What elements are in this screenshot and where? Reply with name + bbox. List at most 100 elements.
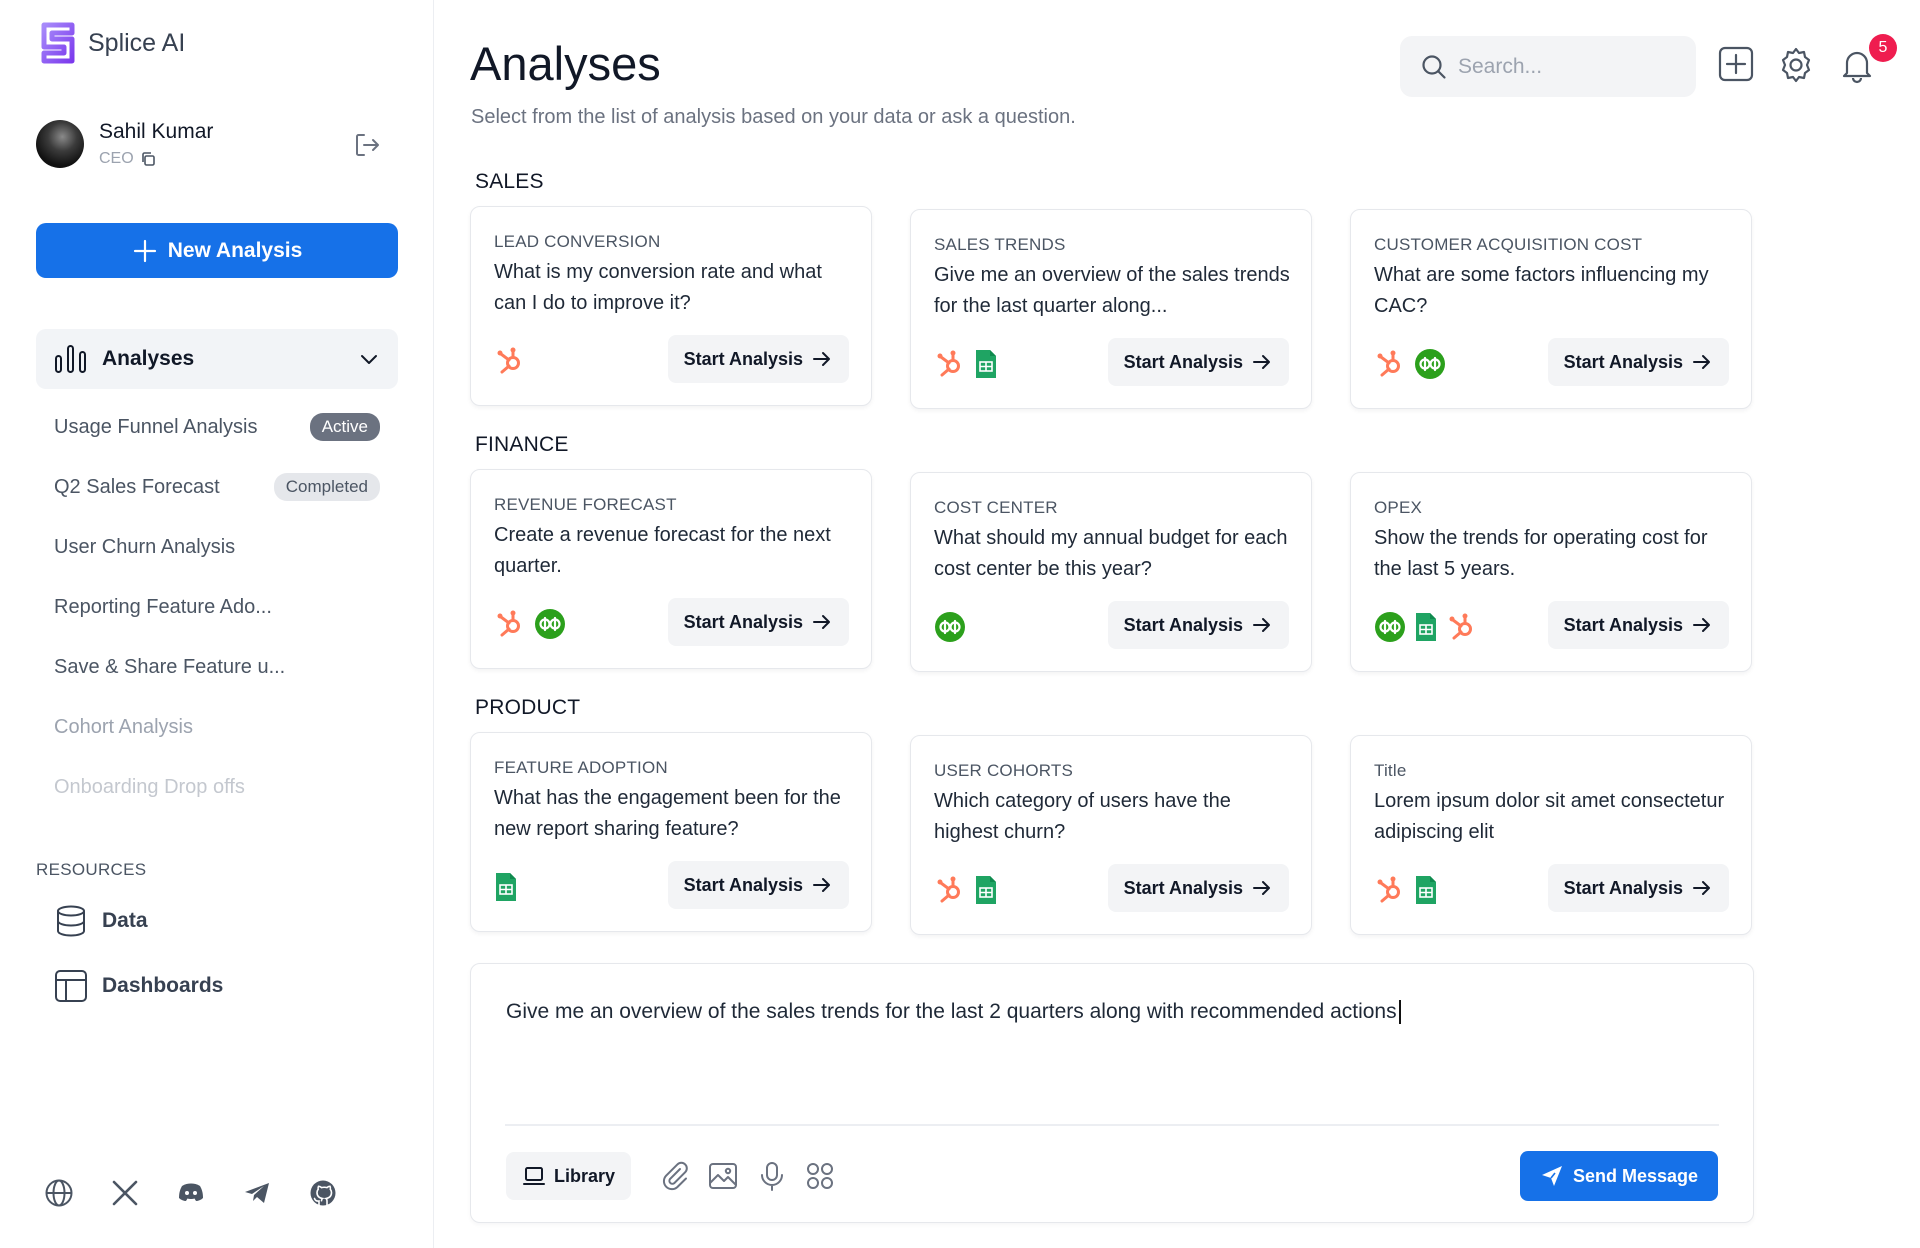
add-square-icon[interactable]: [1718, 46, 1754, 82]
brand-name: Splice AI: [88, 28, 186, 57]
github-icon[interactable]: [308, 1178, 338, 1208]
start-analysis-button[interactable]: Start Analysis: [1107, 601, 1289, 649]
analysis-item-label: Onboarding Drop offs: [54, 775, 245, 798]
arrow-right-icon: [1693, 618, 1710, 632]
card-category: Title: [1374, 761, 1407, 780]
search-box[interactable]: [1400, 36, 1696, 97]
start-analysis-button[interactable]: Start Analysis: [1547, 601, 1729, 649]
chat-composer: Give me an overview of the sales trends …: [470, 963, 1754, 1223]
start-analysis-button[interactable]: Start Analysis: [1107, 338, 1289, 386]
resource-data[interactable]: Data: [54, 904, 148, 938]
discord-icon[interactable]: [176, 1178, 206, 1208]
notification-count-badge: 5: [1869, 34, 1897, 62]
analysis-card[interactable]: SALES TRENDS Give me an overview of the s…: [910, 209, 1312, 409]
send-message-button[interactable]: Send Message: [1519, 1151, 1718, 1201]
quickbooks-icon: [1414, 348, 1446, 380]
telegram-icon[interactable]: [242, 1178, 272, 1208]
resources-title: RESOURCES: [36, 860, 147, 879]
nav-analyses[interactable]: Analyses: [36, 329, 398, 389]
card-data-sources: [1374, 874, 1438, 906]
card-question: What is my conversion rate and what can …: [494, 261, 822, 314]
analysis-item-reporting-feature[interactable]: Reporting Feature Ado...: [36, 577, 398, 637]
hubspot-icon: [1374, 348, 1406, 380]
x-twitter-icon[interactable]: [110, 1178, 140, 1208]
start-analysis-button[interactable]: Start Analysis: [1107, 864, 1289, 912]
card-question: Create a revenue forecast for the next q…: [494, 524, 831, 577]
start-analysis-button[interactable]: Start Analysis: [667, 861, 849, 909]
sheets-icon: [1414, 874, 1438, 906]
hubspot-icon: [1446, 611, 1478, 643]
user-role-label: CEO: [99, 150, 134, 167]
paperclip-icon[interactable]: [659, 1160, 691, 1192]
chevron-down-icon[interactable]: [358, 348, 380, 370]
brand-logo[interactable]: Splice AI: [36, 19, 185, 67]
start-analysis-button[interactable]: Start Analysis: [667, 335, 849, 383]
analysis-card[interactable]: REVENUE FORECAST Create a revenue forecas…: [470, 469, 872, 669]
chat-input[interactable]: Give me an overview of the sales trends …: [506, 1000, 1401, 1025]
settings-gear-icon[interactable]: [1777, 46, 1815, 84]
analysis-item-usage-funnel[interactable]: Usage Funnel Analysis Active: [36, 397, 398, 457]
laptop-icon: [523, 1167, 545, 1185]
social-links: [44, 1178, 338, 1208]
app: Splice AI Sahil Kumar CEO New Analysis A…: [0, 0, 1920, 1248]
dashboard-icon: [55, 970, 87, 1002]
start-analysis-button[interactable]: Start Analysis: [1547, 338, 1729, 386]
logout-button[interactable]: [352, 130, 382, 165]
search-input[interactable]: [1458, 54, 1678, 79]
user-name: Sahil Kumar: [99, 120, 214, 143]
card-data-sources: [494, 608, 566, 640]
card-question: Show the trends for operating cost for t…: [1374, 527, 1708, 580]
resource-data-label: Data: [102, 909, 148, 932]
arrow-right-icon: [1253, 355, 1270, 369]
new-analysis-label: New Analysis: [167, 238, 303, 262]
user-profile[interactable]: Sahil Kumar CEO: [36, 120, 213, 168]
bar-chart-icon: [55, 345, 86, 373]
resource-dashboards[interactable]: Dashboards: [54, 969, 223, 1003]
analysis-card[interactable]: OPEX Show the trends for operating cost f…: [1350, 472, 1752, 672]
sheets-icon: [494, 871, 518, 903]
microphone-icon[interactable]: [756, 1160, 788, 1192]
library-button[interactable]: Library: [506, 1152, 632, 1200]
nav-analyses-label: Analyses: [102, 347, 195, 370]
image-icon[interactable]: [707, 1160, 739, 1192]
new-analysis-button[interactable]: New Analysis: [36, 223, 398, 278]
analysis-item-save-share[interactable]: Save & Share Feature u...: [36, 637, 398, 697]
card-data-sources: [1374, 348, 1446, 380]
card-data-sources: [934, 348, 998, 380]
section-title-sales: SALES: [475, 170, 544, 193]
analysis-card[interactable]: FEATURE ADOPTION What has the engagement …: [470, 732, 872, 932]
card-category: CUSTOMER ACQUISITION COST: [1374, 235, 1643, 254]
start-analysis-label: Start Analysis: [1123, 877, 1243, 898]
analysis-item-label: User Churn Analysis: [54, 535, 236, 558]
send-message-label: Send Message: [1572, 1165, 1698, 1186]
start-analysis-button[interactable]: Start Analysis: [667, 598, 849, 646]
analysis-card[interactable]: COST CENTER What should my annual budget …: [910, 472, 1312, 672]
analysis-item-label: Cohort Analysis: [54, 715, 193, 738]
analysis-card[interactable]: Title Lorem ipsum dolor sit amet consecte…: [1350, 735, 1752, 935]
globe-icon[interactable]: [44, 1178, 74, 1208]
analysis-item-onboarding[interactable]: Onboarding Drop offs: [36, 757, 398, 817]
hubspot-icon: [1374, 874, 1406, 906]
status-badge-completed: Completed: [273, 473, 380, 501]
quickbooks-icon: [934, 611, 966, 643]
analysis-item-q2-sales[interactable]: Q2 Sales Forecast Completed: [36, 457, 398, 517]
hubspot-icon: [934, 348, 966, 380]
card-data-sources: [934, 874, 998, 906]
analysis-card[interactable]: USER COHORTS Which category of users have…: [910, 735, 1312, 935]
card-question: Give me an overview of the sales trends …: [934, 264, 1290, 317]
hubspot-icon: [934, 874, 966, 906]
card-question: What are some factors influencing my CAC…: [1374, 264, 1709, 317]
copy-icon[interactable]: [140, 151, 156, 167]
start-analysis-label: Start Analysis: [1123, 614, 1243, 635]
start-analysis-label: Start Analysis: [683, 348, 803, 369]
apps-grid-icon[interactable]: [804, 1160, 836, 1192]
arrow-right-icon: [813, 878, 830, 892]
analysis-card[interactable]: LEAD CONVERSION What is my conversion rat…: [470, 206, 872, 406]
start-analysis-button[interactable]: Start Analysis: [1547, 864, 1729, 912]
analysis-card[interactable]: CUSTOMER ACQUISITION COST What are some f…: [1350, 209, 1752, 409]
analysis-item-cohort[interactable]: Cohort Analysis: [36, 697, 398, 757]
page-title: Analyses: [470, 37, 661, 90]
arrow-right-icon: [1693, 355, 1710, 369]
text-caret: [1398, 1000, 1401, 1025]
analysis-item-user-churn[interactable]: User Churn Analysis: [36, 517, 398, 577]
